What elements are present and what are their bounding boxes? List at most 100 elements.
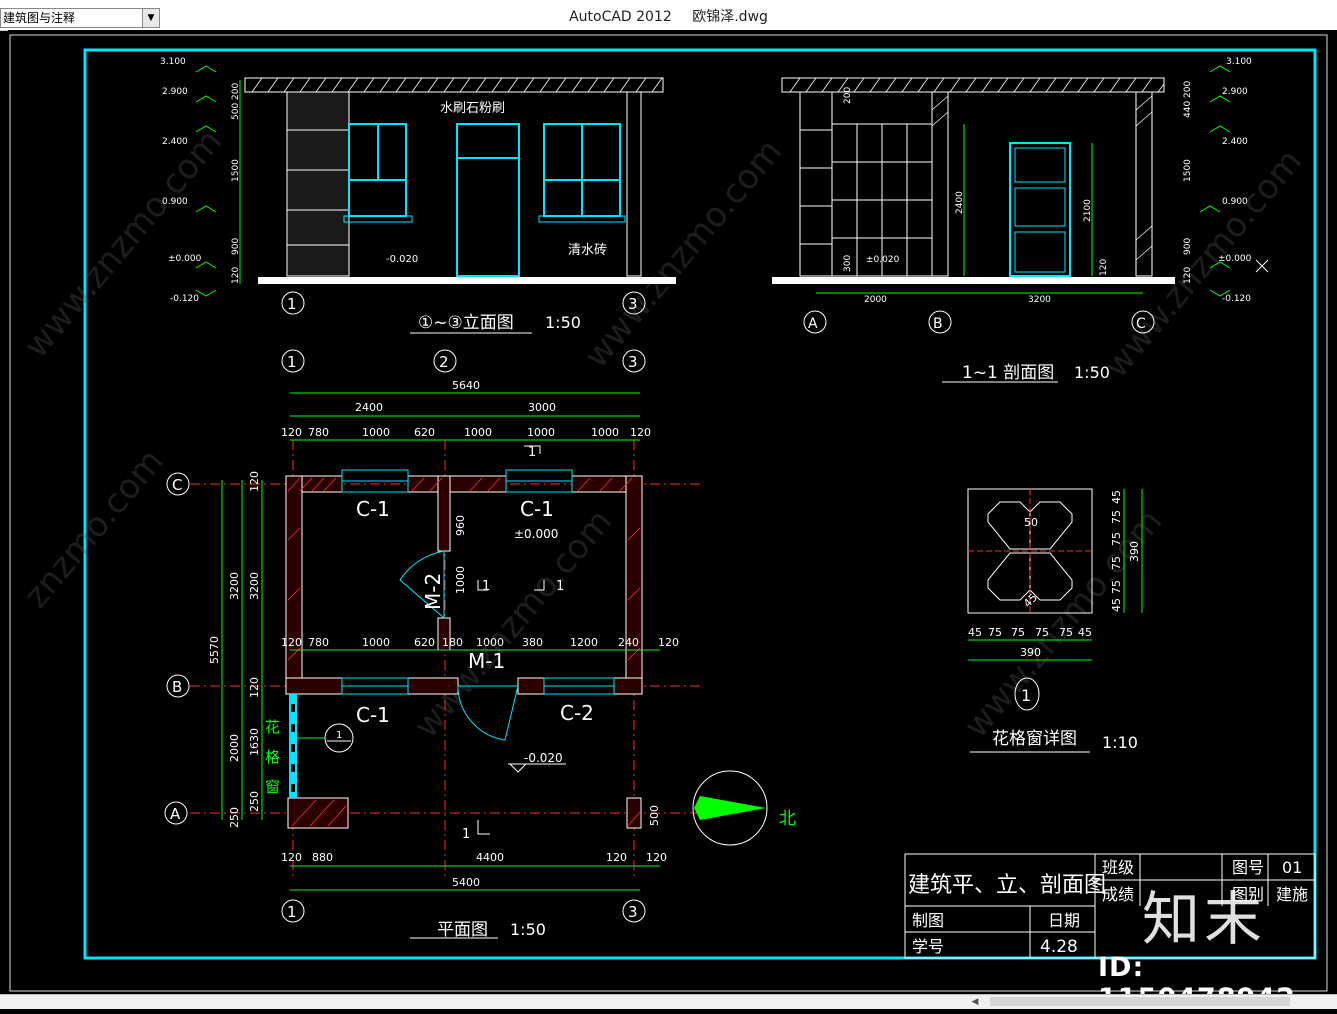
svg-text:窗: 窗 bbox=[265, 778, 280, 796]
north-label: 北 bbox=[779, 809, 796, 829]
svg-text:120: 120 bbox=[630, 426, 651, 439]
svg-text:B: B bbox=[933, 316, 943, 332]
svg-text:0.900: 0.900 bbox=[162, 197, 188, 207]
svg-text:1: 1 bbox=[528, 445, 536, 460]
chevron-down-icon[interactable]: ▼ bbox=[142, 9, 159, 27]
svg-text:120: 120 bbox=[281, 426, 302, 439]
note-level: -0.020 bbox=[386, 254, 418, 265]
app-name: AutoCAD 2012 bbox=[569, 9, 672, 25]
svg-text:1000: 1000 bbox=[464, 426, 492, 439]
svg-text:班级: 班级 bbox=[1102, 858, 1134, 877]
svg-text:C-1: C-1 bbox=[356, 703, 390, 727]
plan-scale: 1:50 bbox=[510, 920, 546, 939]
horizontal-scrollbar[interactable]: ◀ bbox=[0, 994, 1337, 1009]
file-name: 欧锦泽.dwg bbox=[692, 9, 768, 25]
svg-text:45: 45 bbox=[968, 626, 982, 639]
svg-text:www.znzmo.com: www.znzmo.com bbox=[956, 502, 1170, 746]
svg-text:3200: 3200 bbox=[228, 572, 241, 600]
note-stone-finish: 水刷石粉刷 bbox=[440, 101, 505, 116]
svg-text:2.900: 2.900 bbox=[162, 87, 188, 97]
svg-text:250: 250 bbox=[248, 791, 261, 812]
watermark-logo: 知末 bbox=[1142, 885, 1267, 953]
svg-text:390: 390 bbox=[1020, 646, 1041, 659]
section-wall-b bbox=[931, 91, 949, 277]
svg-text:±0.000: ±0.000 bbox=[1218, 254, 1252, 264]
svg-text:-0.120: -0.120 bbox=[1222, 294, 1251, 304]
room-level: ±0.000 bbox=[514, 527, 558, 541]
window-titlebar: AutoCAD 2012 欧锦泽.dwg 建筑图与注释 ▼ bbox=[0, 0, 1337, 31]
svg-text:www.znzmo.com: www.znzmo.com bbox=[16, 122, 230, 366]
section-door bbox=[1009, 142, 1071, 277]
svg-text:3.100: 3.100 bbox=[160, 57, 186, 67]
svg-text:建筑平、立、剖面图: 建筑平、立、剖面图 bbox=[908, 873, 1106, 898]
section-view: 200 2400 300 200 440 1500 900 120 2100 1… bbox=[772, 57, 1269, 383]
svg-text:240: 240 bbox=[618, 636, 639, 649]
svg-text:2000: 2000 bbox=[228, 734, 241, 762]
svg-text:C-1: C-1 bbox=[356, 497, 390, 521]
plan-dims-top: 5640 2400 3000 120 780 1000 620 1000 100… bbox=[281, 379, 651, 439]
svg-text:C-2: C-2 bbox=[560, 701, 594, 725]
plan-dims-mid: 120 780 1000 620 180 1000 380 1200 240 1… bbox=[281, 636, 679, 649]
svg-text:45: 45 bbox=[1021, 591, 1040, 610]
svg-text:1500: 1500 bbox=[231, 159, 241, 182]
svg-text:A: A bbox=[808, 316, 818, 332]
svg-text:1000: 1000 bbox=[476, 636, 504, 649]
svg-text:B: B bbox=[172, 678, 182, 696]
detail-title: 花格窗详图 bbox=[992, 729, 1077, 749]
elevation-title: ①~③立面图 bbox=[418, 313, 514, 333]
svg-text:120: 120 bbox=[281, 851, 302, 864]
svg-text:1: 1 bbox=[482, 579, 490, 594]
drawing-canvas[interactable]: www.znzmo.com www.znzmo.com www.znzmo.co… bbox=[8, 30, 1337, 994]
svg-text:±0.000: ±0.000 bbox=[168, 254, 202, 264]
svg-text:4.28: 4.28 bbox=[1040, 937, 1078, 957]
svg-text:780: 780 bbox=[308, 636, 329, 649]
window-title: AutoCAD 2012 欧锦泽.dwg bbox=[0, 6, 1337, 26]
svg-text:75: 75 bbox=[1110, 532, 1123, 546]
svg-text:120: 120 bbox=[248, 677, 261, 698]
svg-text:380: 380 bbox=[522, 636, 543, 649]
svg-text:2.400: 2.400 bbox=[1222, 137, 1248, 147]
svg-text:880: 880 bbox=[312, 851, 333, 864]
svg-text:1000: 1000 bbox=[362, 426, 390, 439]
svg-text:75: 75 bbox=[988, 626, 1002, 639]
section-title: 1~1 剖面图 bbox=[962, 363, 1054, 383]
svg-text:1000: 1000 bbox=[527, 426, 555, 439]
svg-text:C: C bbox=[1136, 316, 1146, 332]
plan-title: 平面图 bbox=[437, 920, 488, 940]
scrollbar-thumb[interactable] bbox=[990, 997, 1290, 1006]
svg-text:390: 390 bbox=[1128, 541, 1141, 562]
plan-axis-labels: 1 2 3 1 3 C B A bbox=[170, 353, 638, 921]
svg-text:75: 75 bbox=[1035, 626, 1049, 639]
svg-text:120: 120 bbox=[658, 636, 679, 649]
svg-text:120: 120 bbox=[646, 851, 667, 864]
plan-dims-bottom: 120 880 4400 120 120 5400 bbox=[281, 851, 667, 889]
roof-slab bbox=[244, 77, 664, 93]
section-scale: 1:50 bbox=[1074, 363, 1110, 382]
svg-text:300: 300 bbox=[843, 255, 853, 272]
svg-text:45: 45 bbox=[1078, 626, 1092, 639]
stone-pier bbox=[286, 91, 350, 277]
svg-text:格: 格 bbox=[265, 748, 280, 766]
svg-text:5640: 5640 bbox=[452, 379, 480, 392]
svg-text:1000: 1000 bbox=[591, 426, 619, 439]
svg-text:200: 200 bbox=[231, 83, 241, 100]
svg-text:1: 1 bbox=[287, 295, 297, 313]
scroll-left-icon[interactable]: ◀ bbox=[968, 995, 982, 1009]
flower-window-label: 花 bbox=[265, 718, 280, 736]
svg-text:制图: 制图 bbox=[912, 911, 944, 930]
svg-text:620: 620 bbox=[414, 426, 435, 439]
svg-text:学号: 学号 bbox=[912, 937, 944, 956]
svg-text:500: 500 bbox=[648, 805, 661, 826]
svg-text:2400: 2400 bbox=[955, 191, 965, 214]
svg-text:120: 120 bbox=[231, 267, 241, 284]
layer-dropdown[interactable]: 建筑图与注释 ▼ bbox=[0, 8, 160, 28]
svg-text:120: 120 bbox=[248, 471, 261, 492]
svg-text:900: 900 bbox=[231, 238, 241, 255]
svg-text:200: 200 bbox=[843, 87, 853, 104]
svg-text:180: 180 bbox=[442, 636, 463, 649]
svg-text:75: 75 bbox=[1011, 626, 1025, 639]
elevation-view: 水刷石粉刷 清水砖 -0.020 200 500 1500 900 120 3.… bbox=[160, 57, 676, 334]
svg-text:250: 250 bbox=[228, 807, 241, 828]
svg-text:2.900: 2.900 bbox=[1222, 87, 1248, 97]
drawing-frame bbox=[83, 48, 1317, 960]
